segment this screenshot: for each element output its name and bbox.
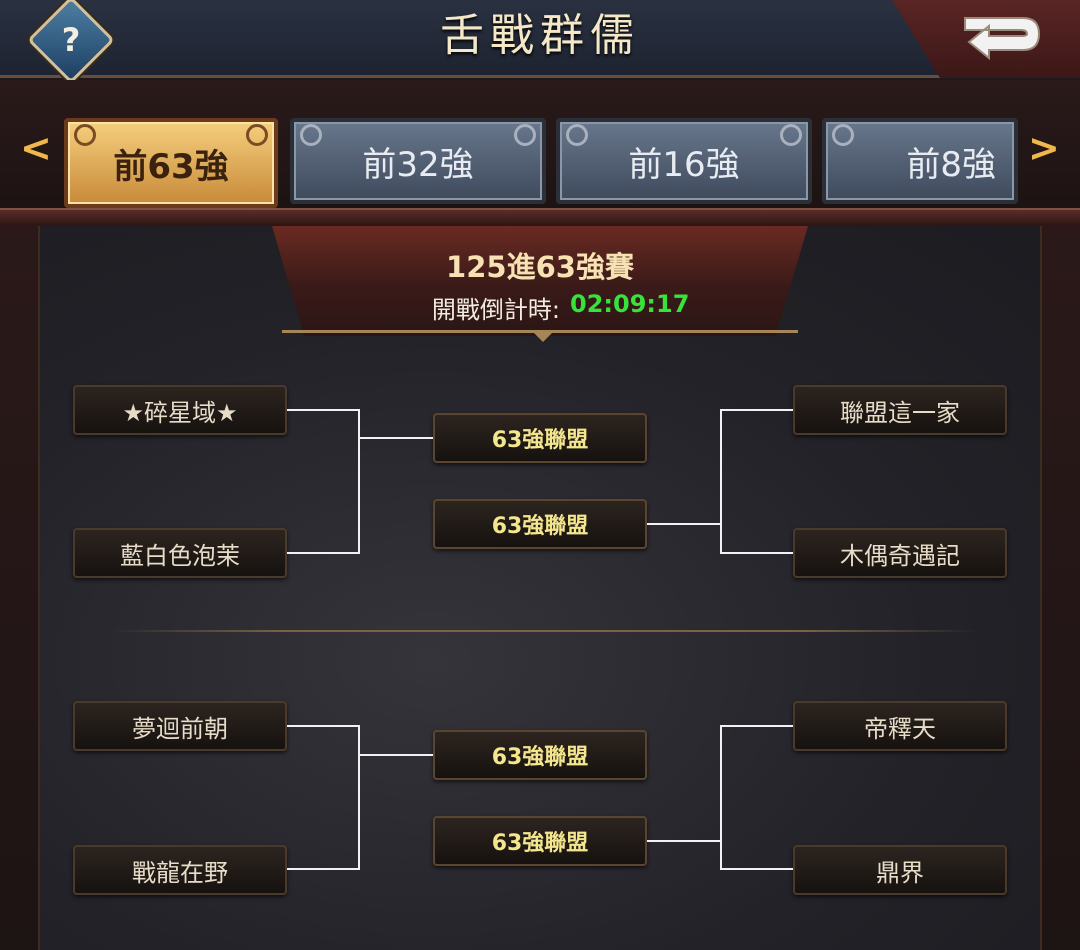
question-icon: ?: [61, 21, 81, 59]
tab-label: 前63強: [113, 146, 229, 187]
corner-curl-icon: [246, 124, 268, 146]
team-box[interactable]: 帝釋天: [793, 701, 1007, 751]
next-arrow-icon[interactable]: >: [1028, 128, 1060, 168]
tab-top-8[interactable]: 前8強: [822, 118, 1018, 204]
advance-box[interactable]: 63強聯盟: [433, 816, 647, 866]
corner-curl-icon: [832, 124, 854, 146]
page-title: 舌戰群儒: [440, 10, 640, 61]
panel-frame-left: [0, 226, 40, 950]
corner-curl-icon: [514, 124, 536, 146]
corner-curl-icon: [74, 124, 96, 146]
bracket-line: [287, 409, 360, 411]
advance-box[interactable]: 63強聯盟: [433, 499, 647, 549]
countdown-label: 開戰倒計時:: [431, 296, 560, 324]
return-arrow-icon[interactable]: [955, 10, 1045, 62]
bracket-line: [720, 725, 793, 727]
team-box[interactable]: 藍白色泡茉: [73, 528, 287, 578]
advance-box[interactable]: 63強聯盟: [433, 730, 647, 780]
team-box[interactable]: 夢迴前朝: [73, 701, 287, 751]
bracket-line: [287, 552, 360, 554]
tab-label: 前32強: [362, 144, 474, 185]
tab-top-63[interactable]: 前63強: [64, 118, 278, 208]
bracket-line: [720, 409, 793, 411]
team-box[interactable]: 木偶奇遇記: [793, 528, 1007, 578]
bracket-line: [358, 437, 433, 439]
bracket-line: [358, 409, 360, 554]
tab-bar-base: [0, 208, 1080, 226]
bracket-line: [720, 552, 793, 554]
team-box[interactable]: 聯盟這一家: [793, 385, 1007, 435]
tab-label: 前16強: [628, 144, 740, 185]
bracket-divider: [112, 630, 978, 632]
round-title: 125進63強賽: [446, 250, 634, 284]
bracket-line: [647, 840, 722, 842]
bracket-line: [720, 409, 722, 554]
team-box[interactable]: 鼎界: [793, 845, 1007, 895]
banner-pointer-icon: [533, 332, 553, 342]
prev-arrow-icon[interactable]: <: [20, 128, 52, 168]
corner-curl-icon: [566, 124, 588, 146]
advance-box[interactable]: 63強聯盟: [433, 413, 647, 463]
bracket-line: [720, 868, 793, 870]
tab-top-16[interactable]: 前16強: [556, 118, 812, 204]
bracket-line: [358, 725, 360, 870]
countdown-value: 02:09:17: [570, 290, 690, 318]
team-box[interactable]: ★碎星域★: [73, 385, 287, 435]
corner-curl-icon: [780, 124, 802, 146]
team-box[interactable]: 戰龍在野: [73, 845, 287, 895]
panel-frame-right: [1040, 226, 1080, 950]
bracket-line: [720, 725, 722, 870]
corner-curl-icon: [300, 124, 322, 146]
bracket-line: [358, 754, 433, 756]
tab-top-32[interactable]: 前32強: [290, 118, 546, 204]
bracket-line: [287, 725, 360, 727]
tab-label: 前8強: [906, 144, 996, 185]
bracket-line: [647, 523, 722, 525]
bracket-line: [287, 868, 360, 870]
